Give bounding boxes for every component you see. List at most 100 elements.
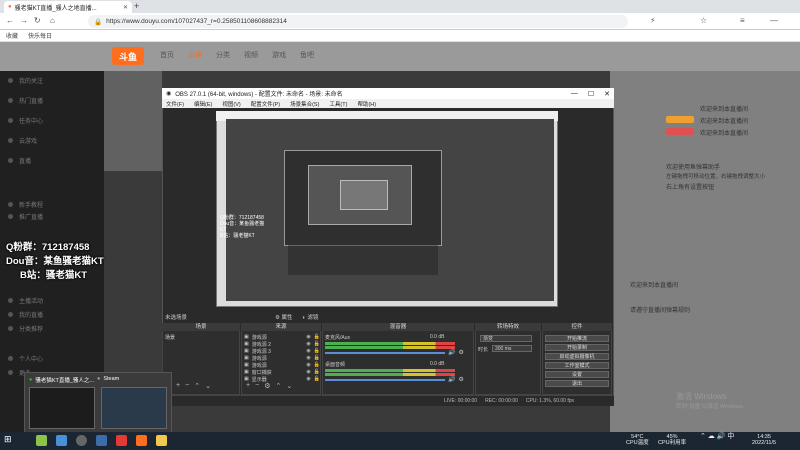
lock-icon[interactable]: 🔓 (314, 341, 320, 347)
forward-icon[interactable]: → (20, 16, 28, 25)
app-icon[interactable] (116, 435, 127, 446)
nav-link[interactable]: 游戏 (272, 50, 286, 60)
lock-icon[interactable]: 🔓 (314, 334, 320, 340)
speaker-icon[interactable]: 🔊 (448, 376, 455, 383)
menu-item[interactable]: 帮助(H) (357, 100, 376, 108)
gear-icon[interactable]: ⚙ (264, 382, 270, 390)
thumbnail-title[interactable]: ● 骚老猫KT直播_骚人之... (29, 376, 94, 384)
sidebar-item[interactable]: 推广直播 (8, 212, 43, 221)
menu-item[interactable]: 工具(T) (329, 100, 347, 108)
source-item[interactable]: ▣ 游戏源 ◉ 🔓 (244, 362, 320, 369)
lock-icon[interactable]: 🔓 (314, 369, 320, 375)
transition-type-select[interactable]: 渐变 (480, 335, 532, 342)
menu-item[interactable]: 配置文件(P) (251, 100, 280, 108)
sidebar-item[interactable]: 我的关注 (8, 76, 43, 85)
thumbnail-title[interactable]: ● Steam (97, 376, 119, 382)
nav-link[interactable]: 首页 (160, 50, 174, 60)
volume-slider[interactable] (325, 379, 445, 381)
remove-icon[interactable]: − (255, 382, 259, 390)
new-tab-icon[interactable]: + (134, 1, 139, 11)
bookmark-item[interactable]: 快乐每日 (28, 31, 52, 40)
sidebar-item[interactable]: 热门直播 (8, 96, 43, 105)
home-icon[interactable]: ⌂ (50, 16, 55, 25)
menu-item[interactable]: 场景集合(S) (290, 100, 319, 108)
close-tab-icon[interactable]: ✕ (123, 4, 128, 11)
eye-icon[interactable]: ◉ (306, 362, 310, 368)
sidebar-item[interactable]: 直播 (8, 156, 31, 165)
sidebar-item[interactable]: 任务中心 (8, 116, 43, 125)
sidebar-item[interactable]: 新手教程 (8, 200, 43, 209)
menu-item[interactable]: 视图(V) (222, 100, 240, 108)
close-icon[interactable]: ✕ (604, 90, 610, 98)
source-item[interactable]: ▣ 窗口捕获 ◉ 🔓 (244, 369, 320, 376)
gear-icon[interactable]: ⚙ (458, 376, 463, 383)
start-streaming-button[interactable]: 开始推流 (545, 335, 609, 342)
extension-icon[interactable]: ⚡ (650, 16, 656, 25)
maximize-icon[interactable]: ☐ (588, 90, 594, 98)
steam-taskbar-icon[interactable] (96, 435, 107, 446)
remove-icon[interactable]: − (185, 382, 189, 390)
source-item[interactable]: ▣ 游戏源 2 ◉ 🔓 (244, 341, 320, 348)
menu-item[interactable]: 文件(F) (166, 100, 184, 108)
eye-icon[interactable]: ◉ (306, 355, 310, 361)
minimize-icon[interactable]: — (571, 90, 578, 98)
nav-link[interactable]: 鱼吧 (300, 50, 314, 60)
scene-item[interactable]: 场景 (165, 334, 175, 341)
url-field[interactable]: 🔒 https://www.douyu.com/107027437_r=0.25… (88, 15, 628, 28)
streamer-avatar[interactable] (104, 71, 162, 171)
reload-icon[interactable]: ↻ (34, 16, 41, 25)
eye-icon[interactable]: ◉ (306, 376, 310, 382)
back-icon[interactable]: ← (6, 16, 14, 25)
add-icon[interactable]: + (176, 382, 180, 390)
sidebar-item[interactable]: 分类推荐 (8, 324, 43, 333)
app-icon[interactable] (36, 435, 47, 446)
volume-slider[interactable] (325, 352, 445, 354)
app-icon[interactable] (136, 435, 147, 446)
clock[interactable]: 14:35 2022/11/5 (752, 434, 776, 446)
virtual-camera-button[interactable]: 启动虚拟摄像机 (545, 353, 609, 360)
up-icon[interactable]: ⌃ (194, 382, 200, 390)
windows-start-icon[interactable]: ⊞ (4, 434, 12, 445)
site-logo[interactable]: 斗鱼 (112, 47, 144, 65)
tray-icons[interactable]: ⌃ ☁ 🔊 中 (700, 433, 734, 440)
app-icon[interactable] (156, 435, 167, 446)
sidebar-item[interactable]: 云游戏 (8, 136, 37, 145)
app-icon[interactable] (56, 435, 67, 446)
sidebar-item[interactable]: 主播活动 (8, 296, 43, 305)
lock-icon[interactable]: 🔓 (314, 348, 320, 354)
source-item[interactable]: ▣ 游戏源 ◉ 🔓 (244, 334, 320, 341)
obs-taskbar-icon[interactable] (76, 435, 87, 446)
down-icon[interactable]: ⌄ (286, 382, 292, 390)
browser-tab[interactable]: ● 骚老猫KT直播_骚人之地直播... ✕ (4, 1, 132, 13)
duration-field[interactable]: 300 ms (492, 345, 532, 352)
eye-icon[interactable]: ◉ (306, 341, 310, 347)
gear-icon[interactable]: ⚙ (458, 349, 463, 356)
nav-link[interactable]: 直播 (188, 50, 202, 60)
speaker-icon[interactable]: 🔊 (448, 349, 455, 356)
bookmark-item[interactable]: 收藏 (6, 31, 18, 40)
studio-mode-button[interactable]: 工作室模式 (545, 362, 609, 369)
properties-button[interactable]: ⚙ 属性 (275, 313, 292, 321)
menu-icon[interactable]: ≡ (740, 16, 745, 25)
sidebar-item[interactable]: 我的直播 (8, 310, 43, 319)
add-icon[interactable]: + (246, 382, 250, 390)
source-item[interactable]: ▣ 游戏源 ◉ 🔓 (244, 355, 320, 362)
lock-icon[interactable]: 🔓 (314, 376, 320, 382)
lock-icon[interactable]: 🔓 (314, 362, 320, 368)
exit-button[interactable]: 退出 (545, 380, 609, 387)
up-icon[interactable]: ⌃ (275, 382, 281, 390)
nav-link[interactable]: 分类 (216, 50, 230, 60)
menu-item[interactable]: 编辑(E) (194, 100, 212, 108)
start-recording-button[interactable]: 开始录制 (545, 344, 609, 351)
eye-icon[interactable]: ◉ (306, 334, 310, 340)
nav-link[interactable]: 视频 (244, 50, 258, 60)
eye-icon[interactable]: ◉ (306, 369, 310, 375)
eye-icon[interactable]: ◉ (306, 348, 310, 354)
minimize-browser-icon[interactable]: — (770, 16, 778, 25)
source-item[interactable]: ▣ 游戏源 3 ◉ 🔓 (244, 348, 320, 355)
settings-button[interactable]: 设置 (545, 371, 609, 378)
filters-button[interactable]: ◐ 滤镜 (302, 313, 318, 321)
lock-icon[interactable]: 🔓 (314, 355, 320, 361)
browser-thumbnail[interactable] (29, 387, 95, 429)
steam-thumbnail[interactable] (101, 387, 167, 429)
